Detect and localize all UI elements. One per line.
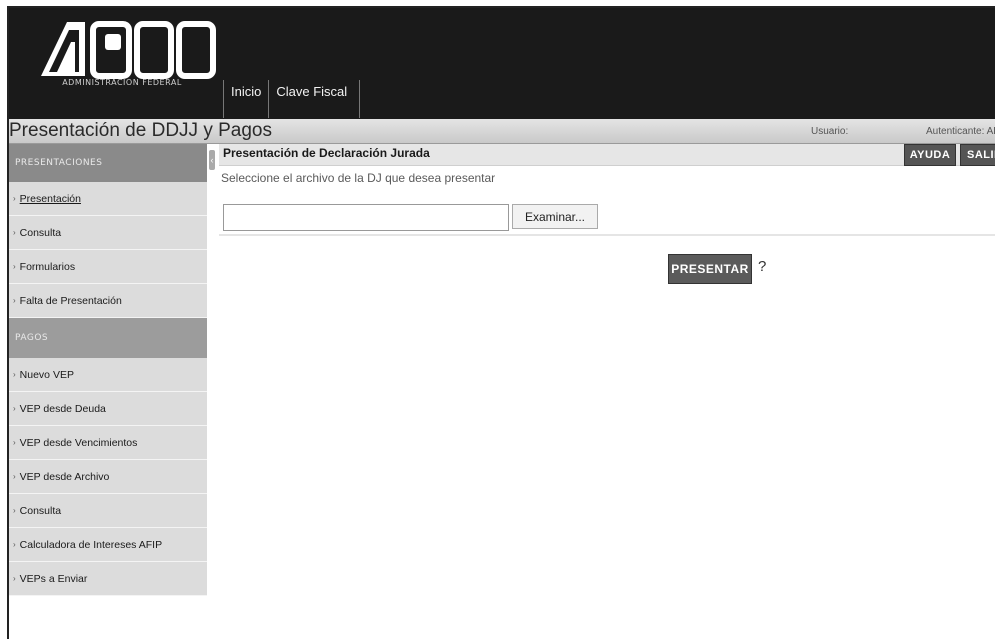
content-title: Presentación de Declaración Jurada xyxy=(223,146,430,160)
afip-logo xyxy=(41,21,216,79)
sidebar-item-vep-deuda[interactable]: › VEP desde Deuda xyxy=(9,392,207,426)
file-path-input[interactable] xyxy=(223,204,509,231)
sidebar-item-label: VEPs a Enviar xyxy=(19,572,88,585)
divider xyxy=(219,234,995,236)
sidebar-item-nuevo-vep[interactable]: › Nuevo VEP xyxy=(9,358,207,392)
page-title: Presentación de DDJJ y Pagos xyxy=(9,120,272,141)
sidebar-item-label: VEP desde Vencimientos xyxy=(19,436,138,449)
user-label: Usuario: xyxy=(811,126,849,137)
sidebar-item-falta-presentacion[interactable]: › Falta de Presentación xyxy=(9,284,207,318)
sidebar-item-label: VEP desde Deuda xyxy=(19,402,106,415)
exit-button[interactable]: SALIR xyxy=(960,144,995,166)
chevron-right-icon: › xyxy=(13,370,16,379)
sidebar-item-label: Consulta xyxy=(19,226,62,239)
sidebar-item-label: Consulta xyxy=(19,504,62,517)
sidebar-item-consulta-pagos[interactable]: › Consulta xyxy=(9,494,207,528)
browse-button[interactable]: Examinar... xyxy=(512,204,598,229)
sidebar-item-consulta[interactable]: › Consulta xyxy=(9,216,207,250)
top-nav: Inicio Clave Fiscal xyxy=(223,78,361,118)
nav-inicio[interactable]: Inicio xyxy=(223,80,268,118)
sidebar-item-label: Falta de Presentación xyxy=(19,294,122,307)
section-header-presentaciones: PRESENTACIONES xyxy=(9,144,207,182)
chevron-right-icon: › xyxy=(13,506,16,515)
sidebar-item-calculadora[interactable]: › Calculadora de Intereses AFIP xyxy=(9,528,207,562)
sidebar-item-veps-enviar[interactable]: › VEPs a Enviar xyxy=(9,562,207,596)
auth-label: Autenticante: AF xyxy=(926,126,995,137)
sidebar-item-vep-vencimientos[interactable]: › VEP desde Vencimientos xyxy=(9,426,207,460)
chevron-right-icon: › xyxy=(13,194,16,203)
title-bar: Presentación de DDJJ y Pagos Usuario: Au… xyxy=(9,119,995,144)
chevron-right-icon: › xyxy=(13,438,16,447)
sidebar-item-label: Formularios xyxy=(19,260,76,273)
section-header-pagos: PAGOS xyxy=(9,318,207,358)
sidebar-item-label: Nuevo VEP xyxy=(19,368,74,381)
chevron-right-icon: › xyxy=(13,540,16,549)
chevron-right-icon: › xyxy=(13,472,16,481)
instruction-text: Seleccione el archivo de la DJ que desea… xyxy=(221,171,496,185)
app-window: ADMINISTRACION FEDERAL Inicio Clave Fisc… xyxy=(7,6,995,639)
chevron-right-icon: › xyxy=(13,574,16,583)
sidebar: PRESENTACIONES › Presentación › Consulta ›… xyxy=(9,144,207,639)
site-header: ADMINISTRACION FEDERAL Inicio Clave Fisc… xyxy=(9,8,995,119)
sidebar-item-label: Calculadora de Intereses AFIP xyxy=(19,538,163,551)
chevron-right-icon: › xyxy=(13,296,16,305)
sidebar-item-vep-archivo[interactable]: › VEP desde Archivo xyxy=(9,460,207,494)
chevron-right-icon: › xyxy=(13,262,16,271)
chevron-right-icon: › xyxy=(13,404,16,413)
help-button[interactable]: AYUDA xyxy=(904,144,956,166)
content-header: Presentación de Declaración Jurada AYUDA… xyxy=(219,144,995,166)
sidebar-item-formularios[interactable]: › Formularios xyxy=(9,250,207,284)
nav-clave-fiscal[interactable]: Clave Fiscal xyxy=(268,80,361,118)
chevron-right-icon: › xyxy=(13,228,16,237)
logo-subtitle: ADMINISTRACION FEDERAL xyxy=(62,78,182,87)
sidebar-collapse-handle[interactable]: ‹ xyxy=(209,150,215,170)
sidebar-item-presentacion[interactable]: › Presentación xyxy=(9,182,207,216)
submit-button[interactable]: PRESENTAR xyxy=(668,254,752,284)
help-question-icon[interactable]: ? xyxy=(758,258,766,275)
sidebar-item-label: VEP desde Archivo xyxy=(19,470,110,483)
sidebar-item-label: Presentación xyxy=(19,192,81,205)
